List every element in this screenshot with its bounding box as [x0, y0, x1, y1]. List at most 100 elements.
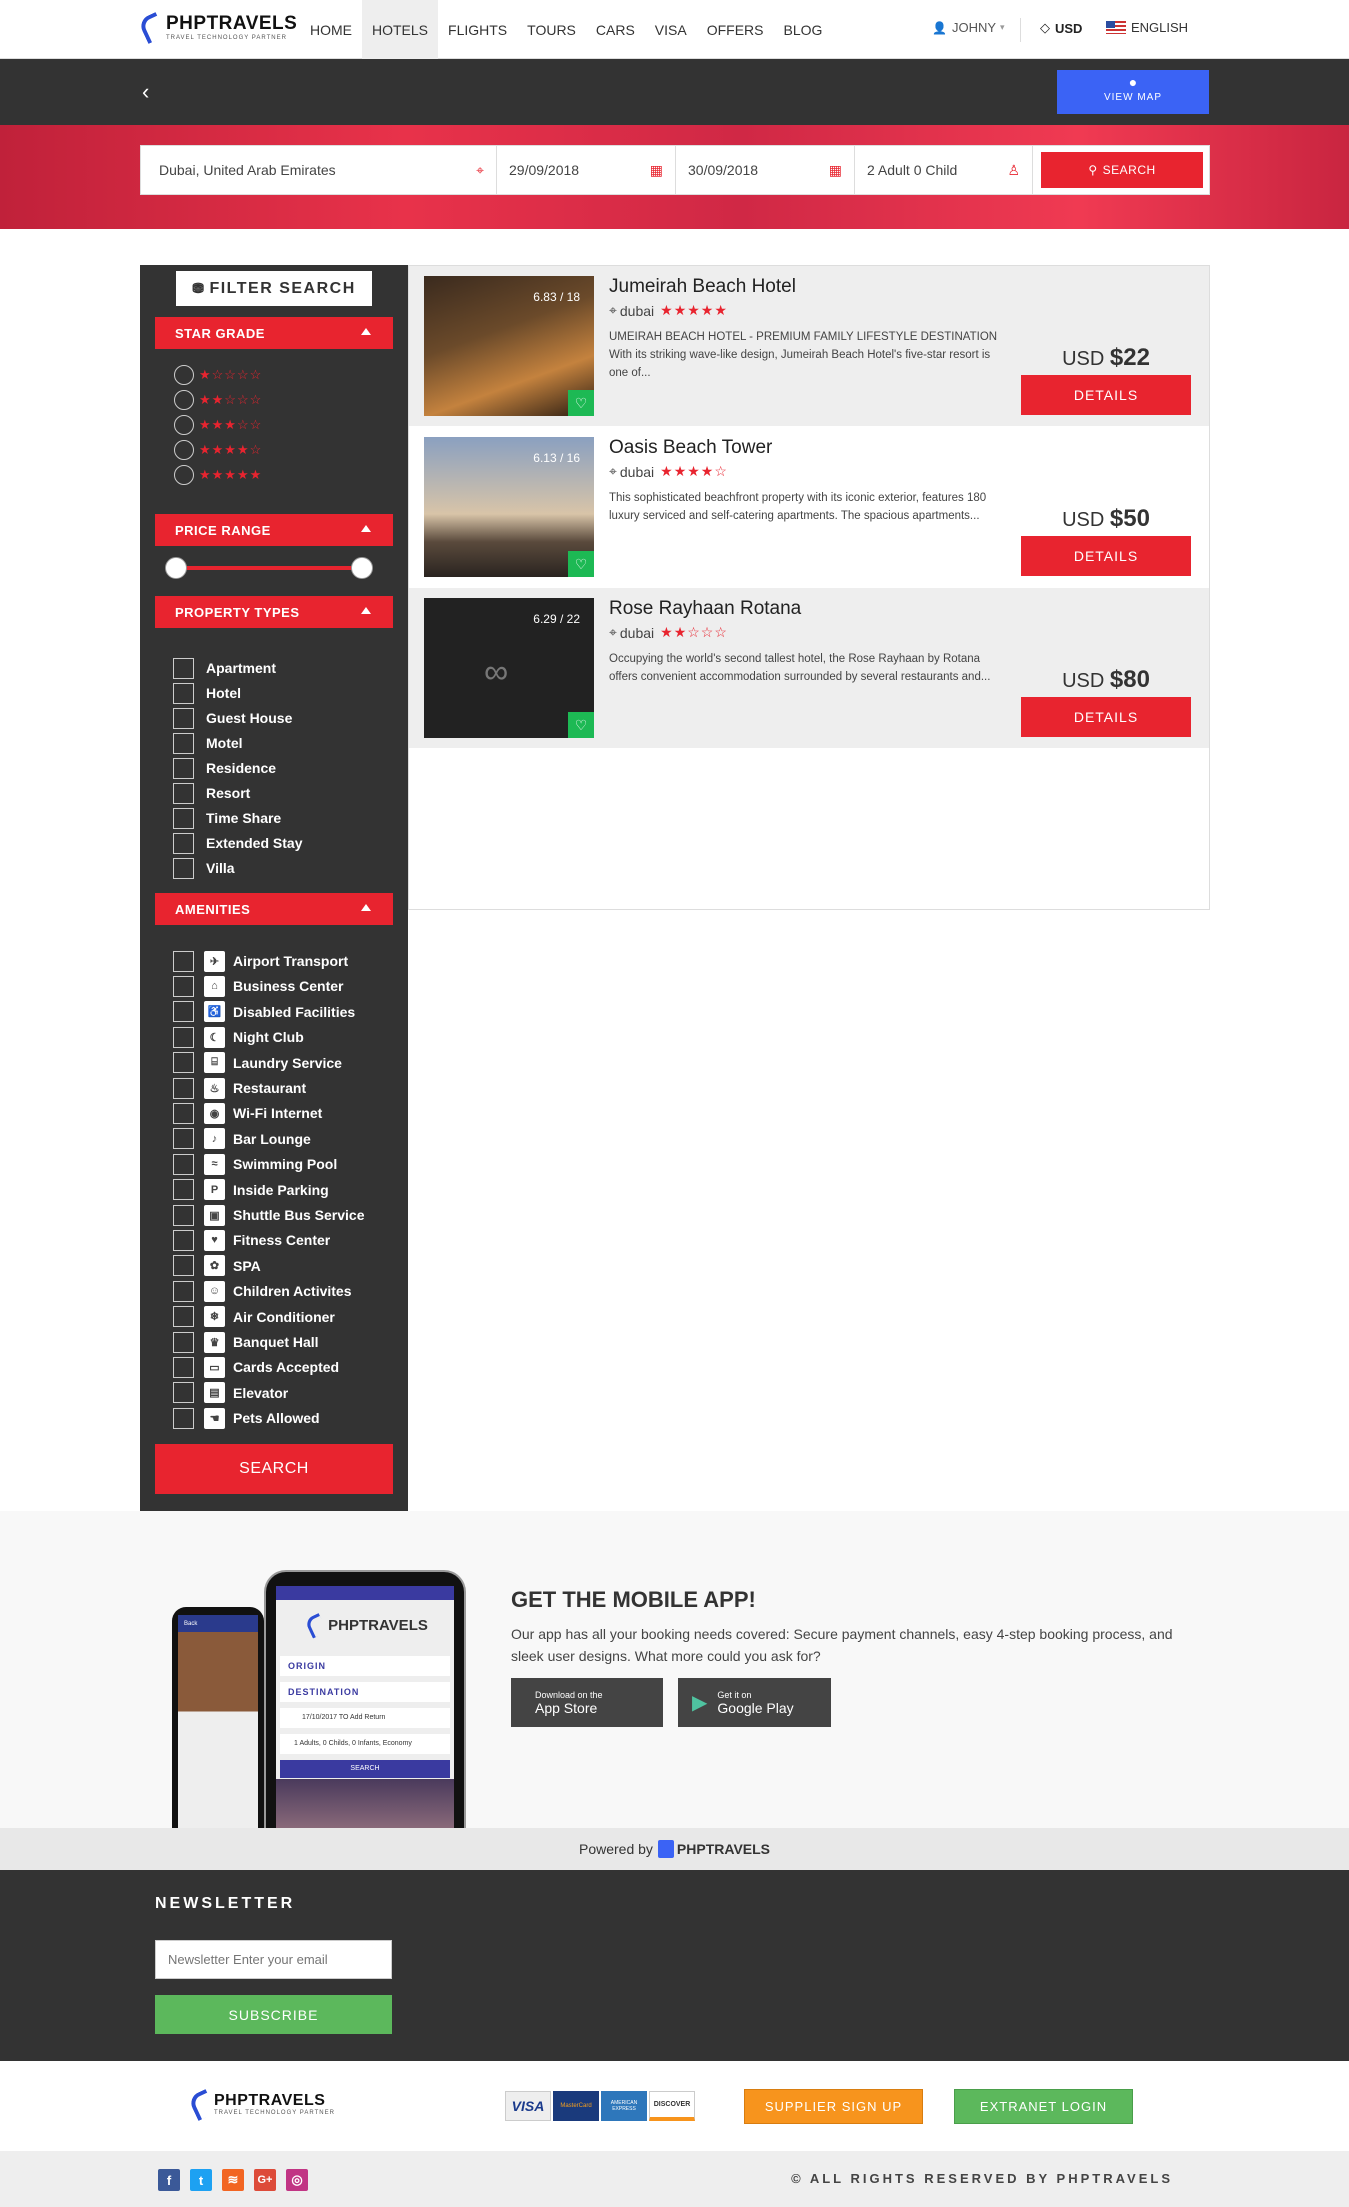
footer-logo[interactable]: PHPTRAVELS TRAVEL TECHNOLOGY PARTNER	[188, 2089, 335, 2119]
back-chevron-icon[interactable]: ‹	[142, 79, 149, 105]
amenity-option[interactable]: ♿ Disabled Facilities	[173, 1001, 355, 1023]
amenity-option[interactable]: ♛ Banquet Hall	[173, 1331, 319, 1353]
star-radio[interactable]	[174, 440, 194, 460]
checkbox[interactable]	[173, 682, 194, 704]
amenity-option[interactable]: P Inside Parking	[173, 1179, 329, 1201]
hotel-name[interactable]: Oasis Beach Tower	[609, 437, 772, 459]
checkbox[interactable]	[173, 857, 194, 879]
checkbox[interactable]	[173, 1128, 194, 1150]
wishlist-heart-icon[interactable]: ♡	[568, 390, 594, 416]
currency-selector[interactable]: ◇ USD	[1040, 20, 1082, 36]
nav-offers[interactable]: OFFERS	[697, 0, 774, 59]
checkout-field[interactable]: 30/09/2018 ▦	[676, 146, 855, 194]
star-grade-header[interactable]: STAR GRADE	[155, 317, 393, 349]
star-radio[interactable]	[174, 415, 194, 435]
nav-cars[interactable]: CARS	[586, 0, 645, 59]
checkbox[interactable]	[173, 1179, 194, 1201]
facebook-icon[interactable]: f	[158, 2169, 180, 2191]
checkin-field[interactable]: 29/09/2018 ▦	[497, 146, 676, 194]
amenity-option[interactable]: ☚ Pets Allowed	[173, 1407, 320, 1429]
google-play-button[interactable]: ▶ Get it on Google Play	[678, 1678, 831, 1727]
nav-visa[interactable]: VISA	[645, 0, 697, 59]
amenity-option[interactable]: ❄ Air Conditioner	[173, 1306, 335, 1328]
amenity-option[interactable]: ☺ Children Activites	[173, 1280, 352, 1302]
amenities-header[interactable]: AMENITIES	[155, 893, 393, 925]
checkbox[interactable]	[173, 1407, 194, 1429]
checkbox[interactable]	[173, 950, 194, 972]
amenity-option[interactable]: ♥ Fitness Center	[173, 1229, 330, 1251]
amenity-option[interactable]: ≈ Swimming Pool	[173, 1153, 337, 1175]
checkbox[interactable]	[173, 1077, 194, 1099]
nav-hotels[interactable]: HOTELS	[362, 0, 439, 59]
view-map-button[interactable]: ● VIEW MAP	[1057, 70, 1209, 114]
star-option-4[interactable]: ★★★★☆	[174, 440, 262, 460]
wishlist-heart-icon[interactable]: ♡	[568, 712, 594, 738]
guests-field[interactable]: 2 Adult 0 Child ♙	[855, 146, 1033, 194]
instagram-icon[interactable]: ◎	[286, 2169, 308, 2191]
brand-logo[interactable]: PHPTRAVELS TRAVEL TECHNOLOGY PARTNER	[138, 12, 297, 42]
star-option-3[interactable]: ★★★☆☆	[174, 415, 262, 435]
property-type-option[interactable]: Villa	[173, 857, 235, 879]
amenity-option[interactable]: ♪ Bar Lounge	[173, 1128, 311, 1150]
price-slider-track[interactable]	[175, 566, 363, 570]
property-type-option[interactable]: Guest House	[173, 707, 292, 729]
property-type-option[interactable]: Hotel	[173, 682, 241, 704]
nav-home[interactable]: HOME	[300, 0, 362, 59]
amenity-option[interactable]: ⌸ Laundry Service	[173, 1052, 342, 1074]
checkbox[interactable]	[173, 1052, 194, 1074]
star-option-1[interactable]: ★☆☆☆☆	[174, 365, 262, 385]
app-store-button[interactable]: Download on the App Store	[511, 1678, 663, 1727]
amenity-option[interactable]: ☾ Night Club	[173, 1026, 304, 1048]
property-type-option[interactable]: Extended Stay	[173, 832, 302, 854]
price-slider-min-handle[interactable]	[165, 557, 187, 579]
checkbox[interactable]	[173, 1204, 194, 1226]
nav-blog[interactable]: BLOG	[773, 0, 832, 59]
wishlist-heart-icon[interactable]: ♡	[568, 551, 594, 577]
amenity-option[interactable]: ✿ SPA	[173, 1255, 261, 1277]
search-button[interactable]: ⚲ SEARCH	[1041, 152, 1203, 188]
filter-search-button[interactable]: SEARCH	[155, 1444, 393, 1494]
amenity-option[interactable]: ⌂ Business Center	[173, 975, 343, 997]
newsletter-email-input[interactable]	[155, 1940, 392, 1979]
property-type-option[interactable]: Motel	[173, 732, 243, 754]
star-radio[interactable]	[174, 365, 194, 385]
hotel-name[interactable]: Rose Rayhaan Rotana	[609, 598, 801, 620]
details-button[interactable]: DETAILS	[1021, 697, 1191, 737]
checkbox[interactable]	[173, 832, 194, 854]
google-plus-icon[interactable]: G+	[254, 2169, 276, 2191]
checkbox[interactable]	[173, 732, 194, 754]
checkbox[interactable]	[173, 657, 194, 679]
amenity-option[interactable]: ♨ Restaurant	[173, 1077, 306, 1099]
checkbox[interactable]	[173, 1255, 194, 1277]
star-option-2[interactable]: ★★☆☆☆	[174, 390, 262, 410]
star-radio[interactable]	[174, 465, 194, 485]
checkbox[interactable]	[173, 1356, 194, 1378]
hotel-image[interactable]: 6.13 / 16 ♡	[424, 437, 594, 577]
checkbox[interactable]	[173, 1001, 194, 1023]
amenity-option[interactable]: ▤ Elevator	[173, 1382, 288, 1404]
amenity-option[interactable]: ▣ Shuttle Bus Service	[173, 1204, 365, 1226]
amenity-option[interactable]: ◉ Wi-Fi Internet	[173, 1102, 322, 1124]
checkbox[interactable]	[173, 1306, 194, 1328]
checkbox[interactable]	[173, 707, 194, 729]
nav-flights[interactable]: FLIGHTS	[438, 0, 517, 59]
nav-tours[interactable]: TOURS	[517, 0, 586, 59]
checkbox[interactable]	[173, 1229, 194, 1251]
property-type-option[interactable]: Apartment	[173, 657, 276, 679]
checkbox[interactable]	[173, 757, 194, 779]
language-selector[interactable]: ENGLISH	[1106, 20, 1188, 35]
hotel-name[interactable]: Jumeirah Beach Hotel	[609, 276, 796, 298]
property-type-option[interactable]: Residence	[173, 757, 276, 779]
supplier-signup-button[interactable]: SUPPLIER SIGN UP	[744, 2089, 923, 2124]
checkbox[interactable]	[173, 1280, 194, 1302]
subscribe-button[interactable]: SUBSCRIBE	[155, 1995, 392, 2034]
price-range-header[interactable]: PRICE RANGE	[155, 514, 393, 546]
details-button[interactable]: DETAILS	[1021, 536, 1191, 576]
checkbox[interactable]	[173, 807, 194, 829]
powered-brand[interactable]: PHPTRAVELS	[677, 1841, 770, 1857]
star-option-5[interactable]: ★★★★★	[174, 465, 262, 485]
amenity-option[interactable]: ▭ Cards Accepted	[173, 1356, 339, 1378]
checkbox[interactable]	[173, 975, 194, 997]
hotel-image[interactable]: 6.83 / 18 ♡	[424, 276, 594, 416]
user-menu[interactable]: 👤 JOHNY ▾	[932, 20, 1005, 35]
